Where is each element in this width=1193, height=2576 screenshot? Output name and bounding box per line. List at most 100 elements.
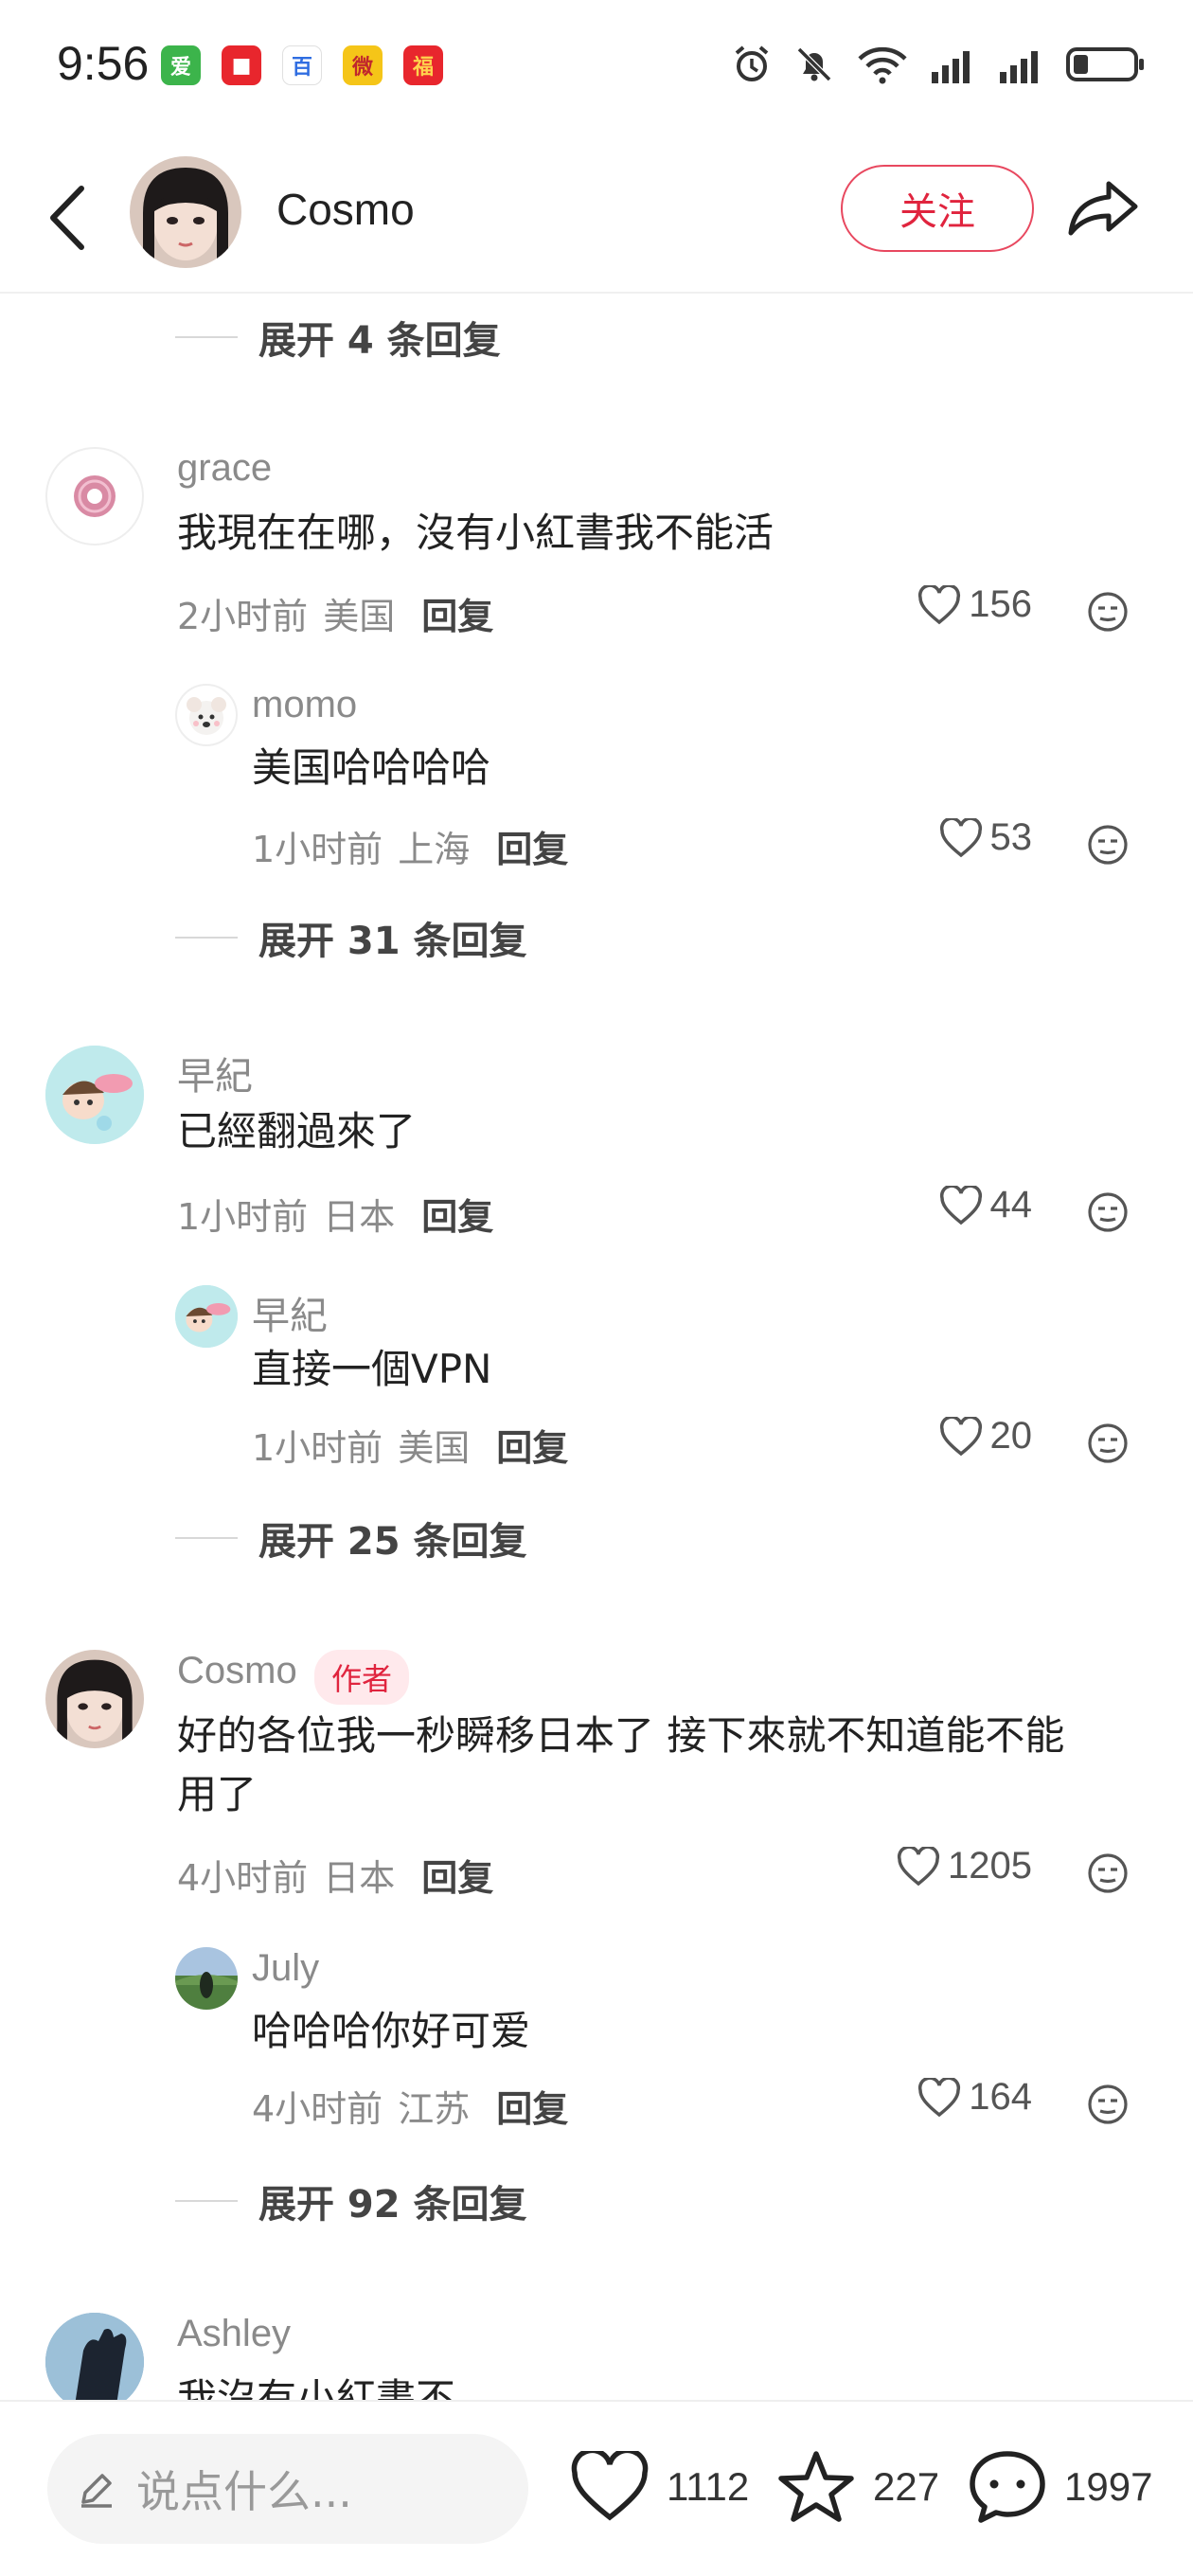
heart-icon [918, 2077, 961, 2117]
heart-icon [939, 1185, 982, 1225]
reply-time: 4小时前 [252, 2088, 383, 2130]
expand-replies-button[interactable]: 展开 25 条回复 [175, 1512, 527, 1565]
heart-icon [939, 1416, 982, 1456]
comment-meta: 4小时前 日本 回复 [177, 1849, 493, 1901]
reply-time: 1小时前 [252, 829, 383, 870]
commenter-avatar[interactable] [45, 2313, 144, 2400]
comment-text[interactable]: 我沒有小紅書不... [177, 2370, 493, 2400]
emoji-reaction-icon[interactable] [1085, 1421, 1131, 1466]
cartoon-avatar-image [175, 1285, 238, 1348]
reply-location: 上海 [398, 829, 471, 870]
reply-text[interactable]: 美国哈哈哈哈 [252, 739, 490, 797]
comment-username[interactable]: Cosmo [177, 1650, 297, 1692]
reply-button[interactable]: 回复 [496, 2080, 568, 2132]
like-count: 164 [969, 2076, 1032, 2118]
emoji-reaction-icon[interactable] [1085, 2082, 1131, 2127]
reply-button[interactable]: 回复 [496, 1419, 568, 1471]
heart-icon [571, 2451, 649, 2521]
comment-meta: 2小时前 美国 回复 [177, 587, 493, 639]
emoji-reaction-icon[interactable] [1085, 589, 1131, 635]
comment-text[interactable]: 我現在在哪，沒有小紅書我不能活 [177, 504, 774, 563]
like-button[interactable]: 44 [890, 1184, 1032, 1226]
comment-text[interactable]: 已經翻過來了 [177, 1102, 416, 1161]
heart-icon [939, 817, 982, 857]
commenter-avatar[interactable] [175, 684, 238, 746]
reply-text[interactable]: 直接一個VPN [252, 1340, 491, 1399]
reply-username[interactable]: July [252, 1947, 319, 1990]
system-status-icons [731, 44, 1146, 85]
like-count: 1205 [948, 1845, 1032, 1887]
expand-replies-label: 展开 25 条回复 [258, 1520, 527, 1564]
donut-avatar-image [74, 475, 116, 517]
author-badge: 作者 [314, 1650, 410, 1705]
share-icon [1068, 181, 1138, 236]
share-button[interactable] [1060, 170, 1146, 246]
like-button[interactable]: 1205 [852, 1845, 1032, 1887]
comment-location: 美国 [323, 596, 396, 637]
emoji-reaction-icon[interactable] [1085, 822, 1131, 868]
emoji-reaction-icon[interactable] [1085, 1851, 1131, 1896]
like-count: 20 [989, 1415, 1033, 1457]
follow-button[interactable]: 关注 [841, 165, 1034, 252]
commenter-avatar[interactable] [45, 1650, 144, 1748]
back-button[interactable] [38, 180, 95, 256]
divider [175, 2200, 238, 2202]
comment-input[interactable]: 说点什么... [47, 2434, 528, 2544]
favorite-button[interactable]: 227 [776, 2440, 939, 2534]
commenter-avatar[interactable] [175, 1947, 238, 2010]
comment-username[interactable]: grace [177, 447, 272, 490]
author-name[interactable]: Cosmo [276, 184, 415, 235]
comment-username[interactable]: 早紀 [177, 1046, 253, 1100]
bottom-action-bar: 说点什么... 1112 227 1997 [0, 2400, 1193, 2576]
dog-avatar-image [187, 697, 226, 735]
reply-text[interactable]: 哈哈哈你好可爱 [252, 2002, 530, 2061]
author-avatar[interactable] [130, 156, 241, 268]
comments-button[interactable]: 1997 [968, 2440, 1152, 2534]
comment-username[interactable]: Ashley [177, 2313, 291, 2355]
comment-location: 日本 [323, 1857, 396, 1899]
expand-replies-button[interactable]: 展开 4 条回复 [175, 311, 501, 364]
app-icon: 爱 [161, 45, 201, 85]
star-icon [778, 2451, 854, 2522]
comment-location: 日本 [323, 1196, 396, 1238]
heart-icon [897, 1846, 940, 1886]
like-button[interactable]: 156 [890, 583, 1032, 626]
reply-username[interactable]: 早紀 [252, 1285, 328, 1340]
emoji-reaction-icon[interactable] [1085, 1190, 1131, 1235]
cartoon-avatar-image [45, 1046, 144, 1144]
like-button[interactable]: 164 [871, 2076, 1032, 2119]
commenter-avatar[interactable] [45, 1046, 144, 1144]
like-total: 1112 [667, 2464, 750, 2509]
battery-icon [1066, 47, 1144, 81]
commenter-avatar[interactable] [175, 1285, 238, 1348]
notification-app-icons: 爱 ■ 百 微 福 [161, 45, 443, 85]
like-count: 156 [969, 583, 1032, 625]
comment-total: 1997 [1064, 2464, 1153, 2509]
chevron-left-icon [50, 186, 84, 250]
commenter-avatar[interactable] [45, 447, 144, 546]
reply-button[interactable]: 回复 [421, 1188, 493, 1240]
comment-text[interactable]: 好的各位我一秒瞬移日本了 接下來就不知道能不能 用了 [177, 1707, 1064, 1824]
mute-bell-icon [796, 46, 832, 82]
comment-list[interactable]: 展开 4 条回复 grace 我現在在哪，沒有小紅書我不能活 2小时前 美国 回… [0, 295, 1193, 2400]
like-button[interactable]: 53 [890, 816, 1032, 859]
reply-username[interactable]: momo [252, 684, 357, 726]
reply-location: 美国 [398, 1427, 471, 1469]
pencil-icon [81, 2474, 112, 2508]
status-bar: 9:56 爱 ■ 百 微 福 [0, 0, 1193, 133]
expand-replies-button[interactable]: 展开 31 条回复 [175, 911, 527, 964]
comment-text-line: 好的各位我一秒瞬移日本了 接下來就不知道能不能 [177, 1712, 1065, 1759]
app-icon: ■ [222, 45, 261, 85]
like-button[interactable]: 20 [890, 1415, 1032, 1458]
reply-button[interactable]: 回复 [421, 587, 493, 639]
expand-replies-label: 展开 4 条回复 [258, 319, 501, 363]
like-post-button[interactable]: 1112 [570, 2440, 749, 2534]
like-count: 44 [989, 1184, 1033, 1225]
app-icon: 福 [403, 45, 443, 85]
reply-button[interactable]: 回复 [421, 1849, 493, 1901]
comment-time: 1小时前 [177, 1196, 309, 1238]
expand-replies-button[interactable]: 展开 92 条回复 [175, 2174, 527, 2227]
comment-input-placeholder: 说点什么... [136, 2466, 352, 2517]
reply-button[interactable]: 回复 [496, 820, 568, 872]
heart-icon [918, 584, 961, 624]
